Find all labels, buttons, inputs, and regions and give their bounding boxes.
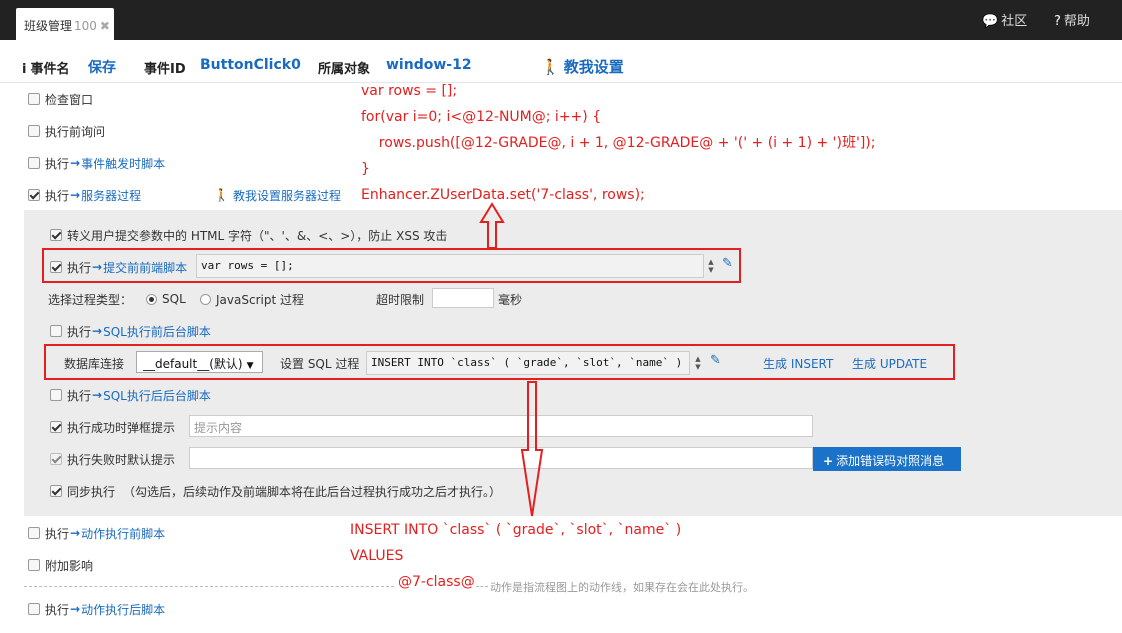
community-link[interactable]: 💬 社区 [982,10,1027,29]
proc-type-label: 选择过程类型： [48,292,133,307]
gen-insert-link[interactable]: 生成 INSERT [763,354,833,372]
option-fail-default[interactable]: 执行失败时默认提示 [50,450,175,468]
option-pre-submit[interactable]: 执行 → 提交前前端脚本 [50,258,187,276]
red-down-arrow [520,381,544,517]
radio-selected[interactable] [146,293,157,305]
teach-me-link[interactable]: 🚶 教我设置 [541,56,624,77]
tab-title: 班级管理 [24,19,73,33]
annotation-js-line-3: rows.push([@12-GRADE@, i + 1, @12-GRADE@… [361,135,876,151]
checkbox[interactable] [50,325,62,337]
top-bar [0,0,1122,40]
checkbox-checked[interactable] [50,485,62,497]
checkbox-checked[interactable] [50,421,62,433]
arrow-right-icon: → [70,188,81,202]
checkbox[interactable] [50,389,62,401]
checkbox[interactable] [28,603,40,615]
success-message-input[interactable]: 提示内容 [189,415,813,437]
arrow-right-icon: → [70,526,81,540]
dashed-divider-left [24,586,394,587]
add-error-code-button[interactable]: + 添加错误码对照消息 [813,447,961,471]
red-up-arrow [479,202,505,249]
option-side-effect[interactable]: 附加影响 [28,556,93,574]
action-note: 动作是指流程图上的动作线，如果存在会在此处执行。 [490,581,754,594]
plus-icon: + [823,454,834,468]
checkbox-checked[interactable] [50,261,62,273]
option-confirm-before[interactable]: 执行前询问 [28,122,105,140]
db-label: 数据库连接 [64,356,125,371]
person-icon: 🚶 [541,58,560,76]
option-before-action[interactable]: 执行 → 动作执行前脚本 [28,524,165,542]
checkbox[interactable] [28,559,40,571]
annotation-sql-line-1: INSERT INTO `class` ( `grade`, `slot`, `… [350,522,682,538]
radio-sql[interactable]: SQL [146,290,186,308]
annotation-js-line-1: var rows = []; [361,83,458,99]
event-name-label: i 事件名 [22,62,70,77]
checkbox-checked[interactable] [28,189,40,201]
close-icon[interactable]: ✖ [100,19,110,33]
timeout-input[interactable] [432,288,494,308]
option-trigger-script[interactable]: 执行 → 事件触发时脚本 [28,154,165,172]
arrow-right-icon: → [92,260,103,274]
db-select[interactable]: __default__(默认) ▼ [136,351,263,373]
owner-value: window-12 [386,57,472,73]
option-success-popup[interactable]: 执行成功时弹框提示 [50,418,175,436]
question-icon: ? [1054,14,1061,29]
checkbox[interactable] [28,93,40,105]
annotation-js-line-2: for(var i=0; i<@12-NUM@; i++) { [361,109,602,125]
event-name-value: 保存 [88,60,116,76]
edit-pencil-icon[interactable]: ✎ [710,353,721,368]
timeout-label: 超时限制 [376,292,425,307]
annotation-sql-line-2: VALUES [350,548,404,564]
option-after-action[interactable]: 执行 → 动作执行后脚本 [28,600,165,618]
annotation-sql-line-3: @7-class@ [398,574,475,590]
scroll-spinner[interactable]: ▲ ▼ [705,255,717,277]
scroll-spinner[interactable]: ▲ ▼ [692,352,704,374]
event-id-value: ButtonClick0 [200,57,301,73]
person-icon: 🚶 [214,188,229,202]
help-link[interactable]: ? 帮助 [1054,10,1090,29]
option-server-proc[interactable]: 执行 → 服务器过程 [28,186,141,204]
arrow-right-icon: → [70,156,81,170]
option-sql-before[interactable]: 执行 → SQL执行前后台脚本 [50,322,211,340]
option-sql-after[interactable]: 执行 → SQL执行后后台脚本 [50,386,211,404]
dashed-divider-mid [476,586,488,587]
chat-icon: 💬 [982,14,999,29]
tab-count: 100 [74,19,97,33]
ms-label: 毫秒 [498,292,523,307]
event-id-label: 事件ID [144,62,186,77]
edit-pencil-icon[interactable]: ✎ [722,256,733,271]
arrow-right-icon: → [92,324,103,338]
tab-class-management[interactable]: 班级管理 100 ✖ [16,8,114,40]
option-sync-exec[interactable]: 同步执行 （勾选后，后续动作及前端脚本将在此后台过程执行成功之后才执行。） [50,482,501,500]
teach-server-link[interactable]: 🚶 教我设置服务器过程 [214,186,341,204]
sql-proc-label: 设置 SQL 过程 [280,356,360,371]
gen-update-link[interactable]: 生成 UPDATE [852,354,927,372]
info-icon: i [22,62,27,77]
sql-code-input[interactable]: INSERT INTO `class` ( `grade`, `slot`, `… [366,351,690,375]
option-escape-html[interactable]: 转义用户提交参数中的 HTML 字符（"、'、&、<、>），防止 XSS 攻击 [50,226,447,244]
annotation-js-line-4: } [361,161,370,177]
owner-label: 所属对象 [318,62,371,77]
arrow-right-icon: → [70,602,81,616]
checkbox[interactable] [28,157,40,169]
checkbox-checked[interactable] [50,453,62,465]
option-check-window[interactable]: 检查窗口 [28,90,93,108]
fail-message-input[interactable] [189,447,813,469]
arrow-right-icon: → [92,388,103,402]
checkbox[interactable] [28,125,40,137]
checkbox[interactable] [28,527,40,539]
radio-unselected[interactable] [200,293,211,305]
pre-submit-code-input[interactable]: var rows = []; [196,254,704,278]
caret-down-icon: ▼ [246,361,254,371]
radio-js[interactable]: JavaScript 过程 [200,290,304,308]
checkbox-checked[interactable] [50,229,62,241]
divider [0,82,1122,83]
